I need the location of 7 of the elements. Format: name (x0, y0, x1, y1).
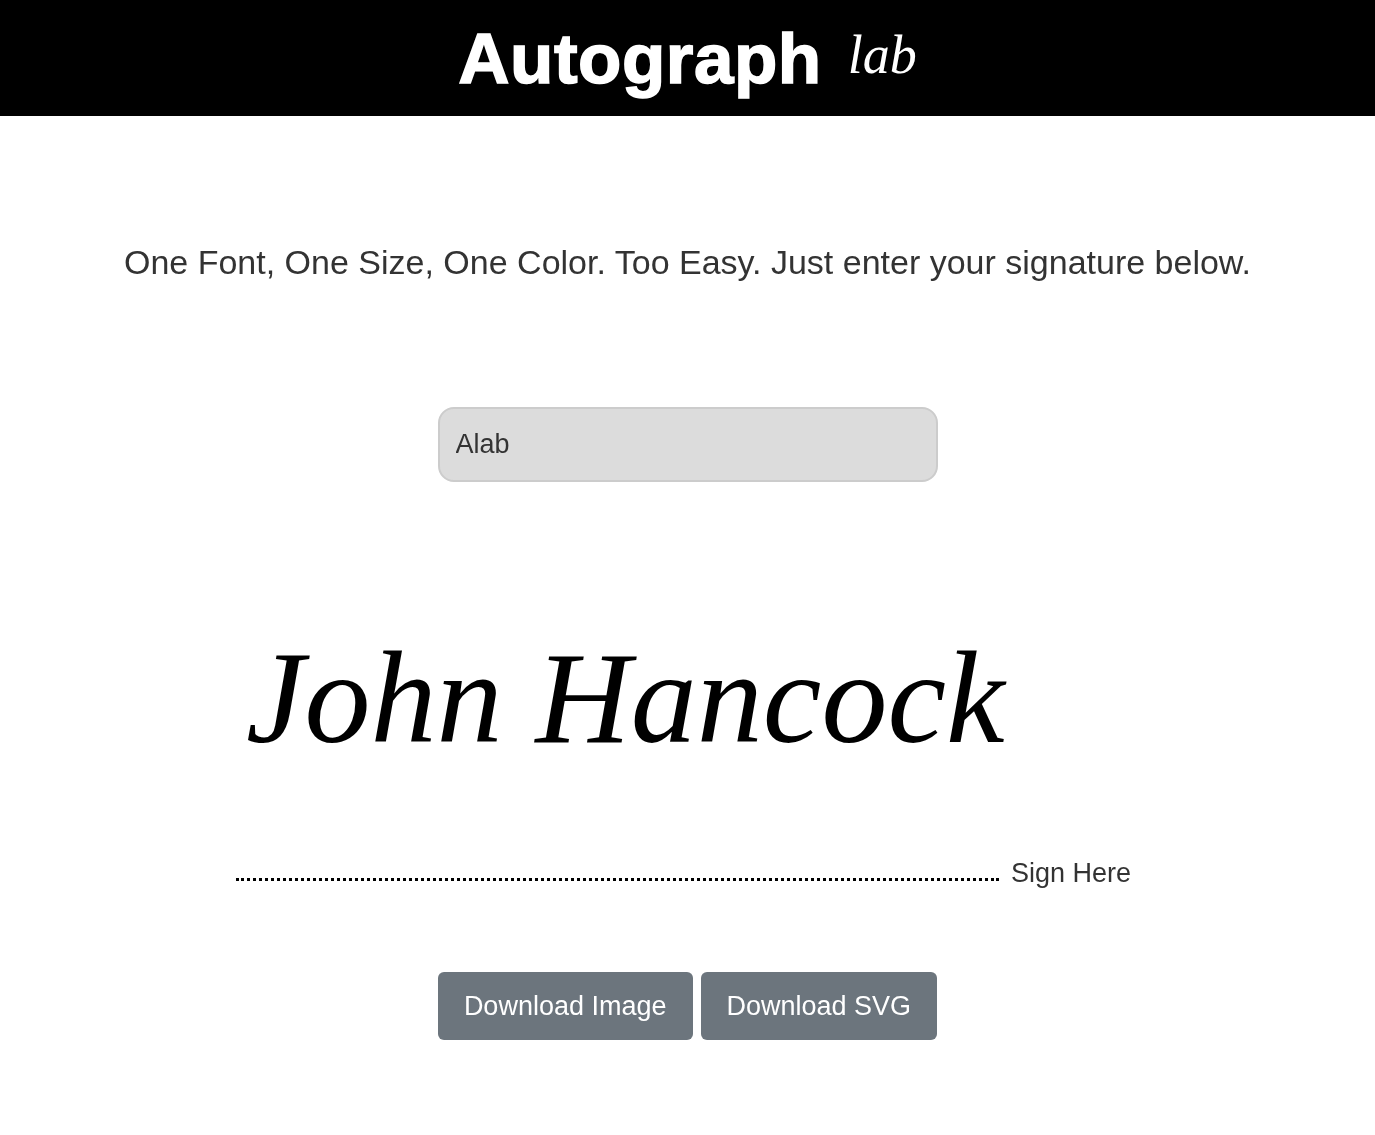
signature-input[interactable]: Alab (437, 407, 938, 482)
download-button[interactable]: Download Image (437, 972, 693, 1040)
signature-preview: John Hancock (245, 632, 1005, 764)
brand-subtitle: lab (847, 28, 917, 82)
sign-here-label: Sign Here (1010, 858, 1132, 888)
tagline: One Font, One Size, One Color. Too Easy. Just enter your signature below. (124, 242, 1251, 282)
download-button[interactable]: Download SVG (700, 972, 938, 1040)
